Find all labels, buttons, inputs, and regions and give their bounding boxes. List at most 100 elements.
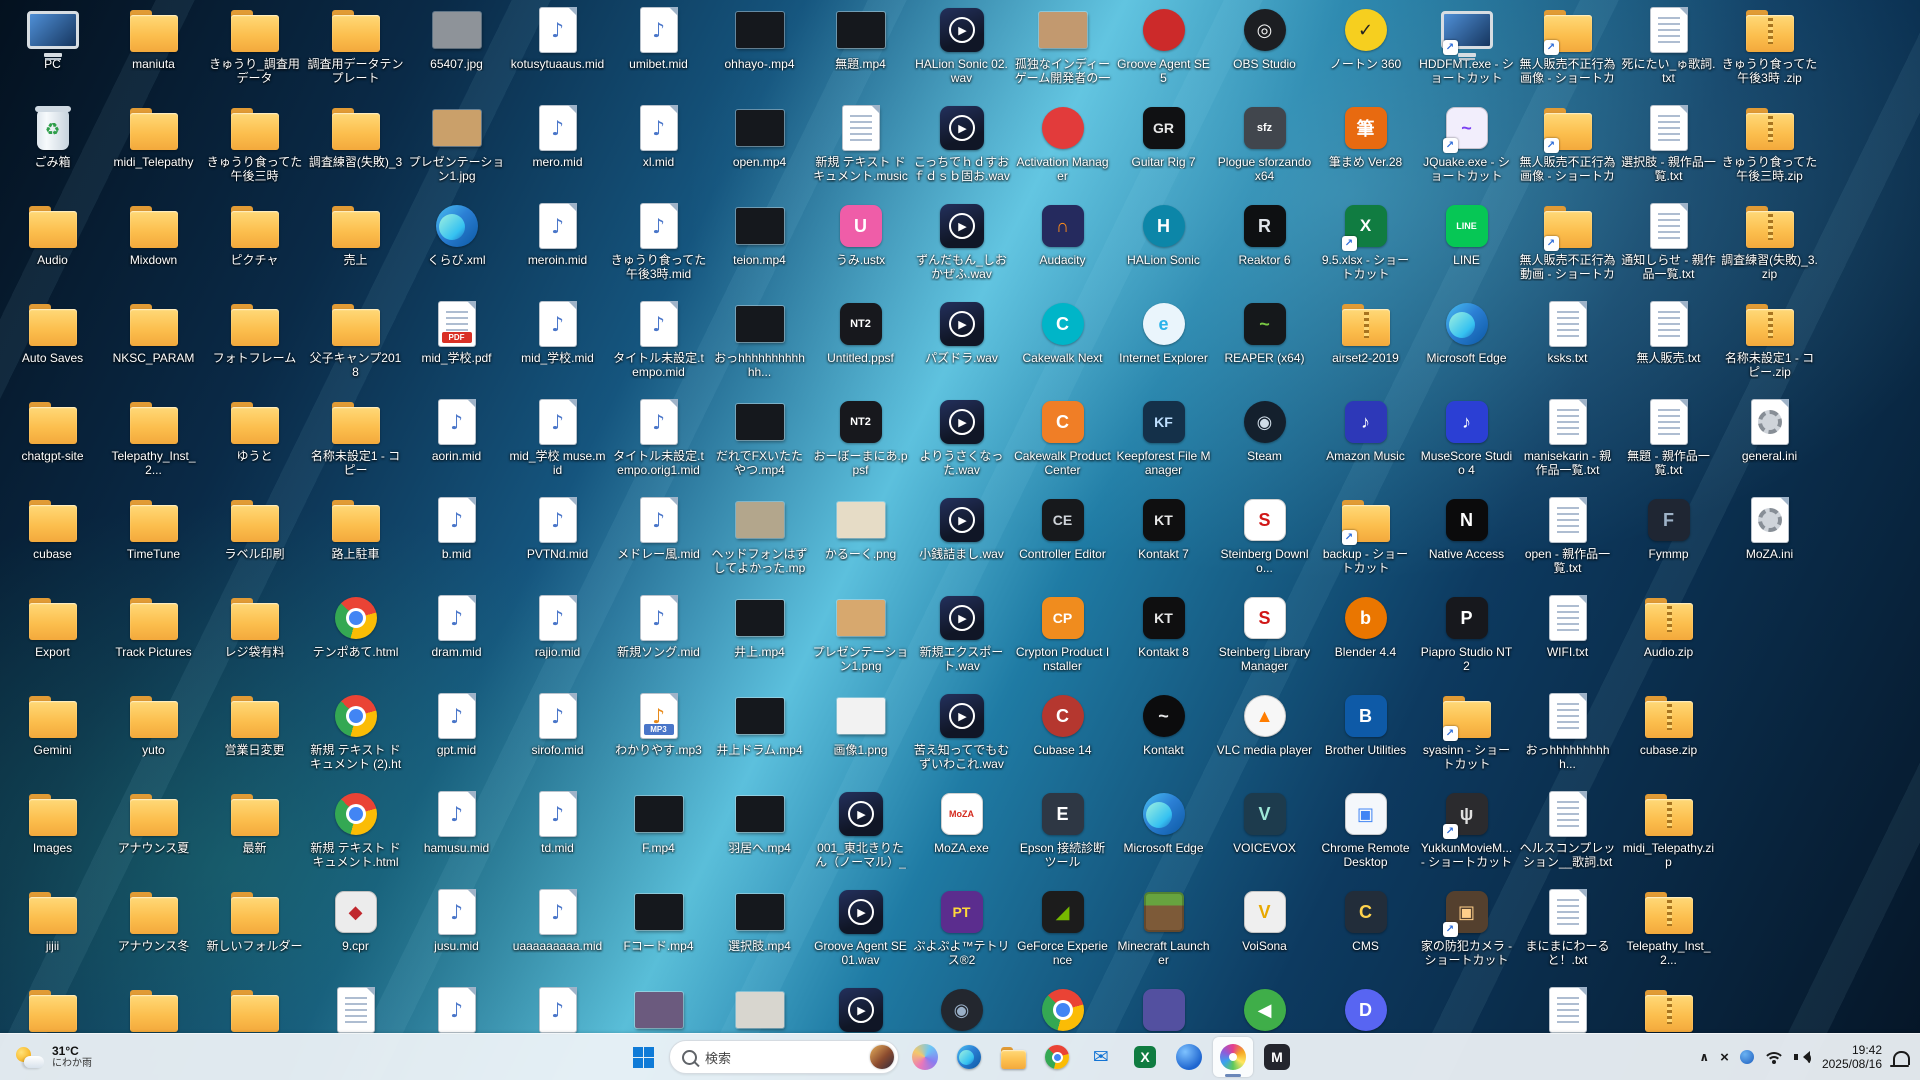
desktop-icon[interactable]: KFKeepforest File Manager (1113, 394, 1214, 492)
desktop-icon[interactable]: NKSC_PARAM (103, 296, 204, 394)
desktop-icon[interactable]: Audio (2, 198, 103, 296)
desktop-icon[interactable]: ♪きゅうり食ってた午後3時.mid (608, 198, 709, 296)
desktop-icon[interactable]: CCakewalk Next (1012, 296, 1113, 394)
desktop-icon[interactable]: プレゼンテーション1.png (810, 590, 911, 688)
desktop-icon[interactable]: maniuta (103, 2, 204, 100)
desktop-icon[interactable]: eInternet Explorer (1113, 296, 1214, 394)
desktop-icon[interactable]: F.mp4 (608, 786, 709, 884)
desktop-icon[interactable]: SSteinberg Library Manager (1214, 590, 1315, 688)
desktop-icon[interactable]: ヘッドフォンはずしてよかった.mp4 (709, 492, 810, 590)
desktop-icon[interactable]: ohhayo-.mp4 (709, 2, 810, 100)
desktop-icon[interactable]: ♪mid_学校.mid (507, 296, 608, 394)
desktop-icon[interactable]: Images (2, 786, 103, 884)
desktop-icon[interactable]: ゆうと (204, 394, 305, 492)
desktop-icon[interactable]: くらび.xml (406, 198, 507, 296)
desktop-icon[interactable]: cubase (2, 492, 103, 590)
desktop-icon[interactable]: general.ini (1719, 394, 1820, 492)
desktop-icon[interactable]: ♪b.mid (406, 492, 507, 590)
desktop-icon[interactable]: かるーく.png (810, 492, 911, 590)
desktop-icon[interactable]: ~↗JQuake.exe - ショートカット (1416, 100, 1517, 198)
desktop-icon[interactable]: ▶小銭詰まし.wav (911, 492, 1012, 590)
desktop-icon[interactable]: 新規 テキスト ドキュメント.musicxml (810, 100, 911, 198)
tray-x-app-icon[interactable]: × (1720, 1050, 1729, 1065)
desktop-icon[interactable]: BBrother Utilities (1315, 688, 1416, 786)
desktop-icon[interactable]: 売上 (305, 198, 406, 296)
desktop-icon[interactable]: 路上駐車 (305, 492, 406, 590)
desktop-icon[interactable]: Fコード.mp4 (608, 884, 709, 982)
desktop-icon[interactable]: ▣Chrome Remote Desktop (1315, 786, 1416, 884)
desktop-icon[interactable]: ♪td.mid (507, 786, 608, 884)
desktop-icon[interactable]: CCubase 14 (1012, 688, 1113, 786)
desktop-icon[interactable]: Telepathy_Inst_2... (103, 394, 204, 492)
desktop-icon[interactable]: ▶新規エクスポート.wav (911, 590, 1012, 688)
desktop-icon[interactable]: 無人販売.txt (1618, 296, 1719, 394)
desktop-icon[interactable]: ♻ごみ箱 (2, 100, 103, 198)
desktop-icon[interactable]: jijii (2, 884, 103, 982)
desktop-icon[interactable]: FFymmp (1618, 492, 1719, 590)
desktop-icon[interactable]: ▶苦え知ってでもむずいわこれ.wav (911, 688, 1012, 786)
desktop-icon[interactable]: bBlender 4.4 (1315, 590, 1416, 688)
desktop-icon[interactable]: ♪新規ソング.mid (608, 590, 709, 688)
desktop-icon[interactable]: ♪mero.mid (507, 100, 608, 198)
desktop-icon[interactable]: きゅうり食ってた午後三時 (204, 100, 305, 198)
desktop-icon[interactable]: Export (2, 590, 103, 688)
desktop-icon[interactable]: X↗9.5.xlsx - ショートカット (1315, 198, 1416, 296)
desktop-icon[interactable]: ▶こっちでｈｄすおｆｄｓｂ固お.wav (911, 100, 1012, 198)
desktop-icon[interactable]: yuto (103, 688, 204, 786)
desktop-icon[interactable]: manisekarin - 親作品一覧.txt (1517, 394, 1618, 492)
desktop-icon[interactable]: cubase.zip (1618, 688, 1719, 786)
desktop-icon[interactable]: Auto Saves (2, 296, 103, 394)
desktop-icon[interactable]: HHALion Sonic (1113, 198, 1214, 296)
taskbar-app-chrome[interactable] (1037, 1037, 1077, 1077)
desktop-icon[interactable]: KTKontakt 7 (1113, 492, 1214, 590)
desktop-icon[interactable]: ♪meroin.mid (507, 198, 608, 296)
desktop-icon[interactable]: ♪mid_学校 muse.mid (507, 394, 608, 492)
desktop-icon[interactable]: ksks.txt (1517, 296, 1618, 394)
desktop-icon[interactable]: ♪メドレー風.mid (608, 492, 709, 590)
desktop-icon[interactable]: 名称未設定1 - コピー.zip (1719, 296, 1820, 394)
desktop-icon[interactable]: ↗無人販売不正行為 画像 - ショートカッ... (1517, 2, 1618, 100)
desktop-icon[interactable]: ◢GeForce Experience (1012, 884, 1113, 982)
desktop-icon[interactable]: ▶ずんだもん_しおかぜふ.wav (911, 198, 1012, 296)
desktop-icon[interactable]: 新しいフォルダー (204, 884, 305, 982)
desktop-icon[interactable]: midi_Telepathy (103, 100, 204, 198)
desktop-icon[interactable]: midi_Telepathy.zip (1618, 786, 1719, 884)
desktop-icon[interactable]: ラベル印刷 (204, 492, 305, 590)
notification-bell-icon[interactable] (1893, 1051, 1910, 1065)
taskbar-app-mail[interactable]: ✉ (1081, 1037, 1121, 1077)
desktop-icon[interactable]: ♪uaaaaaaaaa.mid (507, 884, 608, 982)
desktop-icon[interactable]: テンポあて.html (305, 590, 406, 688)
desktop-icon[interactable]: 死にたい_ゅ歌詞.txt (1618, 2, 1719, 100)
desktop-icon[interactable]: SSteinberg Downlo... (1214, 492, 1315, 590)
desktop-icon[interactable]: PPiapro Studio NT2 (1416, 590, 1517, 688)
desktop-icon[interactable]: PTぷよぷよ™テトリス®2 (911, 884, 1012, 982)
desktop-icon[interactable]: だれでFXいたたやつ.mp4 (709, 394, 810, 492)
desktop-icon[interactable]: open - 親作品一覧.txt (1517, 492, 1618, 590)
desktop-icon[interactable]: ♪hamusu.mid (406, 786, 507, 884)
desktop-icon[interactable]: airset2-2019 (1315, 296, 1416, 394)
desktop-icon[interactable]: ψ↗YukkunMovieM... - ショートカット (1416, 786, 1517, 884)
desktop-icon[interactable]: ∩Audacity (1012, 198, 1113, 296)
desktop-icon[interactable]: ↗無人販売不正行為 動画 - ショートカット (1517, 198, 1618, 296)
start-button[interactable] (623, 1037, 663, 1077)
desktop-icon[interactable]: CPCrypton Product Installer (1012, 590, 1113, 688)
desktop-icon[interactable]: NT2おーぼーまにあ.ppsf (810, 394, 911, 492)
desktop-icon[interactable]: 調査用データテンプレート (305, 2, 406, 100)
desktop-icon[interactable]: 名称未設定1 - コピー (305, 394, 406, 492)
desktop-icon[interactable]: おっhhhhhhhhhh... (1517, 688, 1618, 786)
desktop-icon[interactable]: RReaktor 6 (1214, 198, 1315, 296)
desktop-icon[interactable]: PC (2, 2, 103, 100)
desktop-icon[interactable]: ♪タイトル未設定.tempo.orig1.mid (608, 394, 709, 492)
taskbar-app-excel[interactable]: X (1125, 1037, 1165, 1077)
desktop-icon[interactable]: 営業日変更 (204, 688, 305, 786)
desktop-icon[interactable]: 調査練習(失敗)_3.zip (1719, 198, 1820, 296)
desktop-icon[interactable]: KTKontakt 8 (1113, 590, 1214, 688)
desktop-icon[interactable]: 画像1.png (810, 688, 911, 786)
desktop-icon[interactable]: Microsoft Edge (1416, 296, 1517, 394)
desktop-icon[interactable]: sfzPlogue sforzando x64 (1214, 100, 1315, 198)
desktop-icon[interactable]: MoZA.ini (1719, 492, 1820, 590)
desktop-icon[interactable]: ↗無人販売不正行為 画像 - ショートカット (1517, 100, 1618, 198)
taskbar-weather-widget[interactable]: 31°C にわか雨 (6, 1037, 102, 1077)
desktop-icon[interactable]: VVoiSona (1214, 884, 1315, 982)
desktop-icon[interactable]: ♪rajio.mid (507, 590, 608, 688)
